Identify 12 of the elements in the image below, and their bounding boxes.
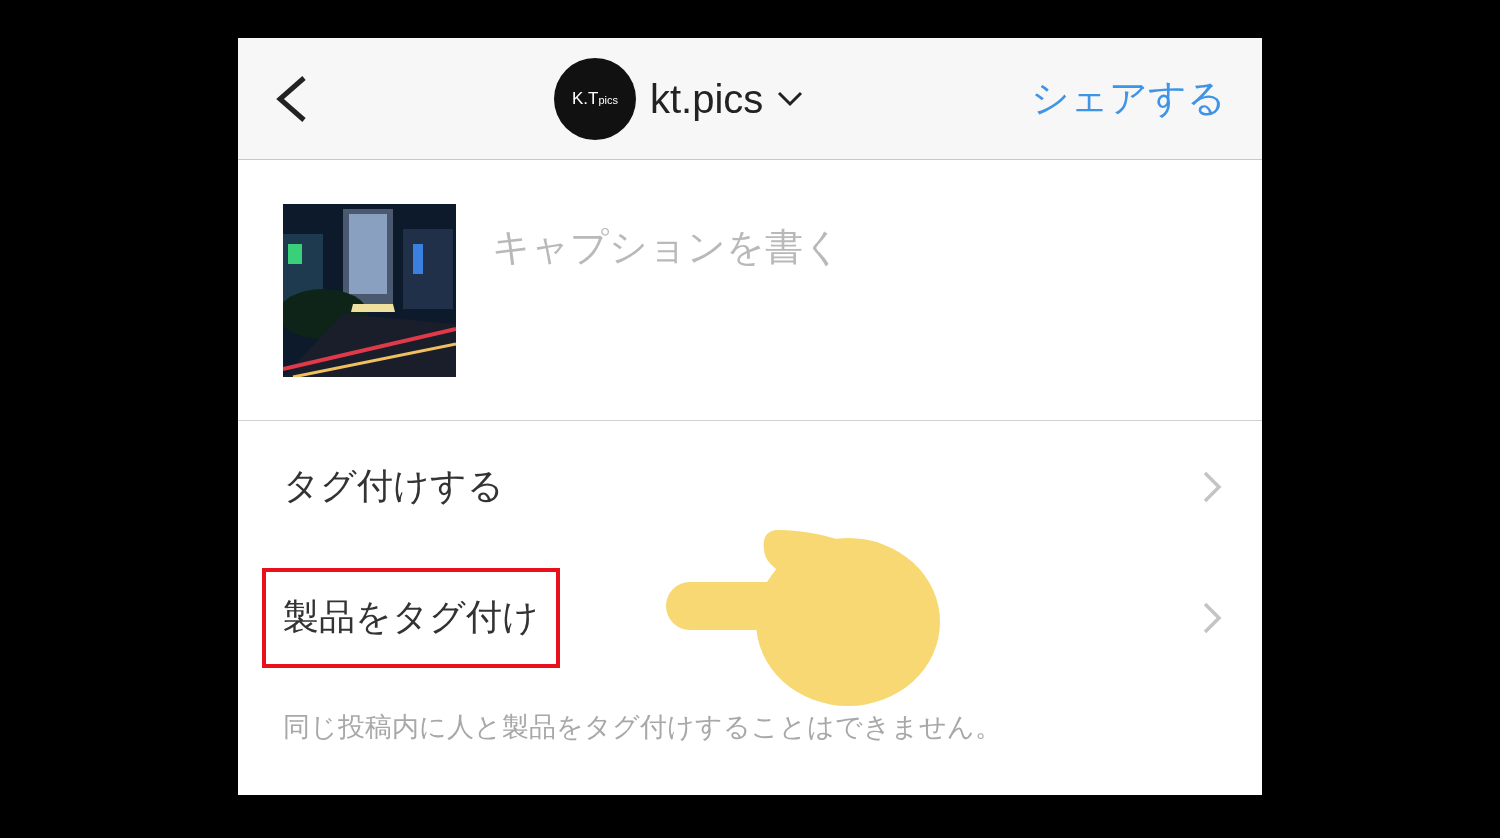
- chevron-icon: [1202, 600, 1222, 635]
- menu-row[interactable]: タグ付けする: [238, 421, 1262, 552]
- back-icon[interactable]: [274, 74, 308, 123]
- menu-row[interactable]: 製品をタグ付け: [238, 552, 1262, 683]
- note-text: 同じ投稿内に人と製品をタグ付けすることはできません。: [282, 710, 1003, 744]
- row-label: タグ付けする: [283, 464, 504, 508]
- username[interactable]: kt.pics: [650, 76, 764, 122]
- caption-field[interactable]: キャプションを書く: [490, 224, 1094, 270]
- caret-icon[interactable]: [777, 91, 804, 107]
- avatar: K.Tpics: [554, 58, 636, 140]
- chevron-icon: [1202, 469, 1222, 504]
- row-label: 製品をタグ付け: [283, 595, 539, 639]
